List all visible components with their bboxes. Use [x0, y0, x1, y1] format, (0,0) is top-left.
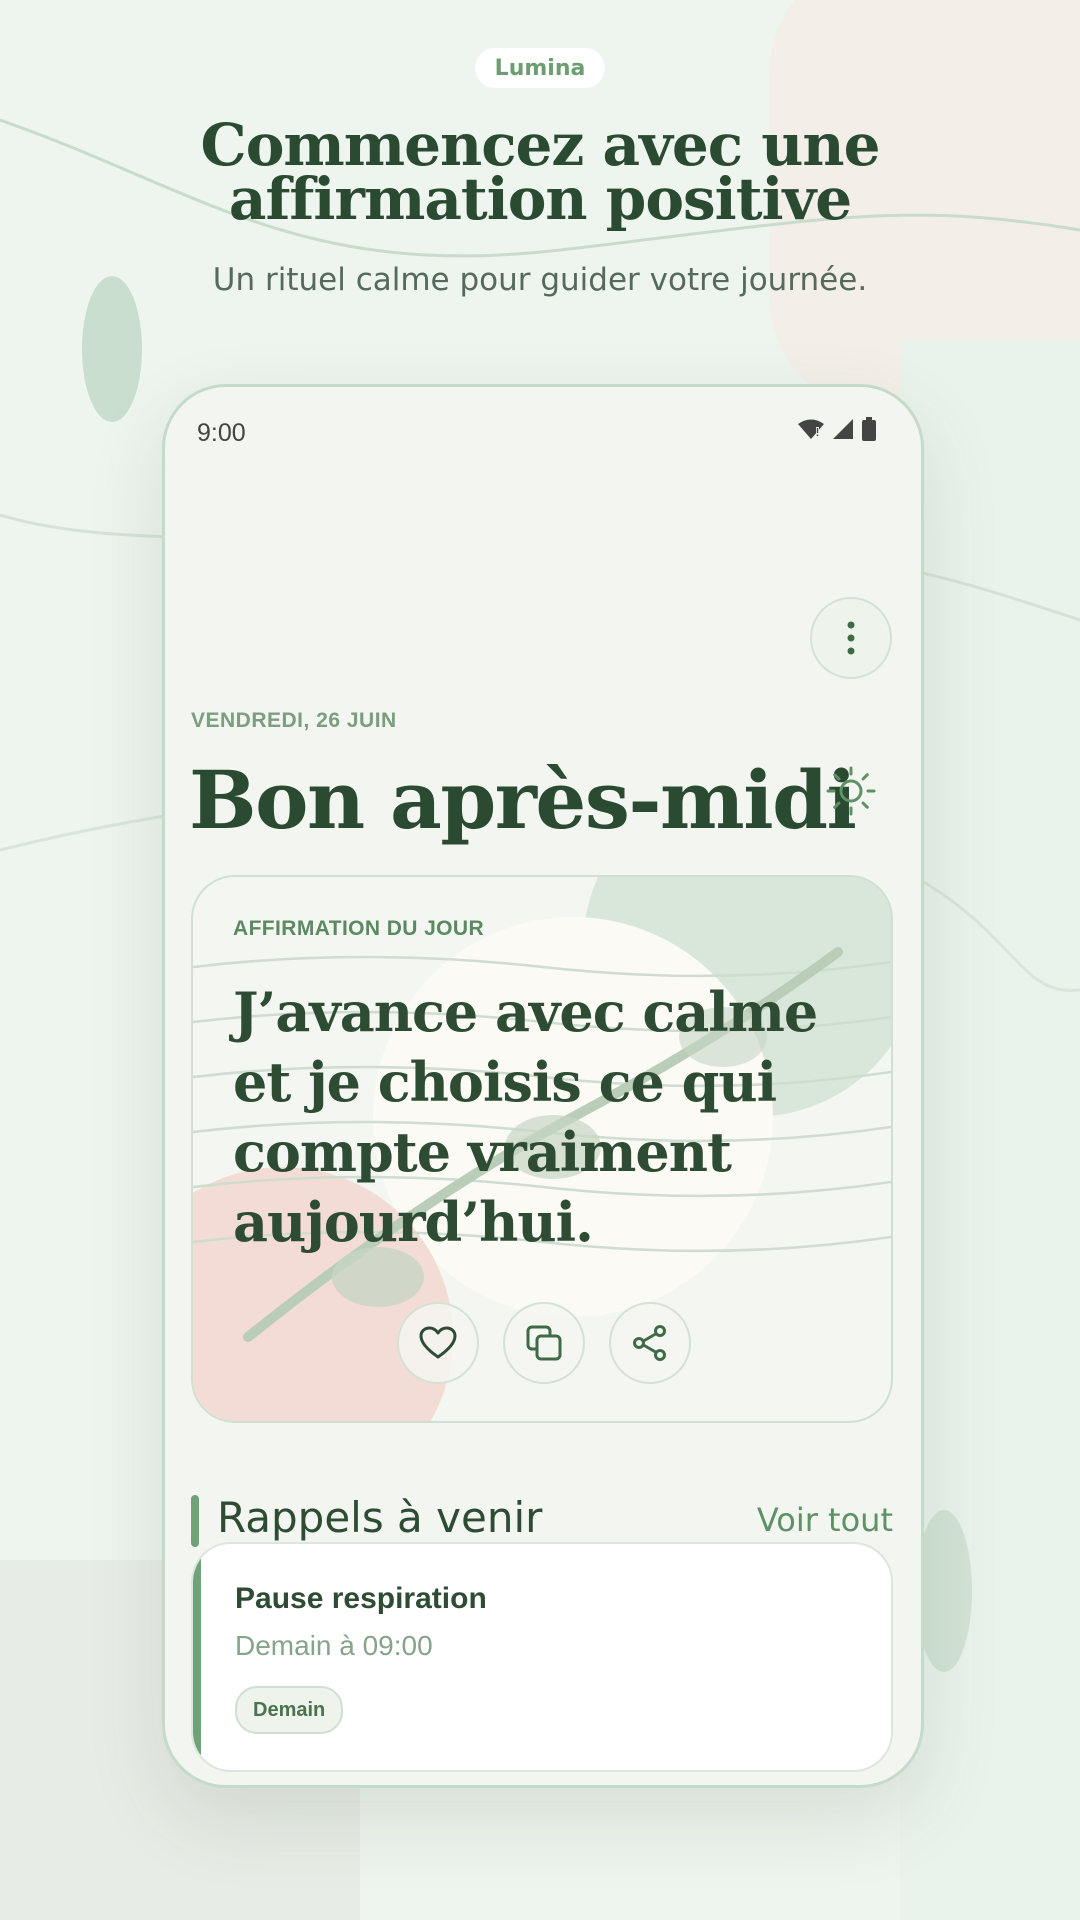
reminder-name: Pause respiration — [235, 1582, 487, 1615]
reminder-chip: Demain — [235, 1686, 344, 1734]
copy-icon — [526, 1325, 562, 1361]
copy-button[interactable] — [503, 1302, 585, 1384]
like-button[interactable] — [397, 1302, 479, 1384]
affirmation-actions — [397, 1302, 691, 1384]
affirmation-card: AFFIRMATION DU JOUR J’avance avec calme … — [191, 875, 893, 1423]
reminders-section-accent — [191, 1495, 199, 1547]
brand-badge: Lumina — [475, 48, 605, 88]
more-vertical-icon — [847, 621, 855, 655]
hero-title-line-1: Commencez avec une — [200, 111, 881, 179]
share-button[interactable] — [609, 1302, 691, 1384]
reminder-card[interactable]: Pause respiration Demain à 09:00 Demain — [191, 1542, 893, 1772]
share-icon — [633, 1325, 666, 1361]
reminder-card-accent — [193, 1544, 201, 1770]
greeting-title: Bon après-midi — [189, 753, 857, 847]
more-options-button[interactable] — [810, 597, 892, 679]
background-oval-right — [916, 1510, 972, 1672]
date-label: VENDREDI, 26 JUIN — [191, 709, 397, 732]
phone-mockup: 9:00 VENDREDI, 26 JUIN Bon après-midi AF… — [162, 384, 924, 1788]
see-all-link[interactable]: Voir tout — [757, 1501, 893, 1539]
sun-icon — [826, 766, 876, 816]
status-time: 9:00 — [197, 419, 246, 447]
hero-title-line-2: affirmation positive — [228, 165, 852, 233]
hero-title: Commencez avec une affirmation positive — [0, 111, 1080, 233]
signal-icon — [833, 419, 853, 439]
hero-subtitle: Un rituel calme pour guider votre journé… — [212, 262, 868, 298]
status-icons — [797, 417, 877, 441]
battery-icon — [862, 417, 876, 441]
affirmation-label: AFFIRMATION DU JOUR — [233, 917, 485, 940]
heart-icon — [419, 1326, 457, 1359]
wifi-icon — [798, 419, 824, 439]
reminders-title: Rappels à venir — [217, 1493, 543, 1542]
affirmation-text: J’avance avec calme et je choisis ce qui… — [233, 980, 818, 1254]
reminder-time: Demain à 09:00 — [235, 1630, 433, 1661]
